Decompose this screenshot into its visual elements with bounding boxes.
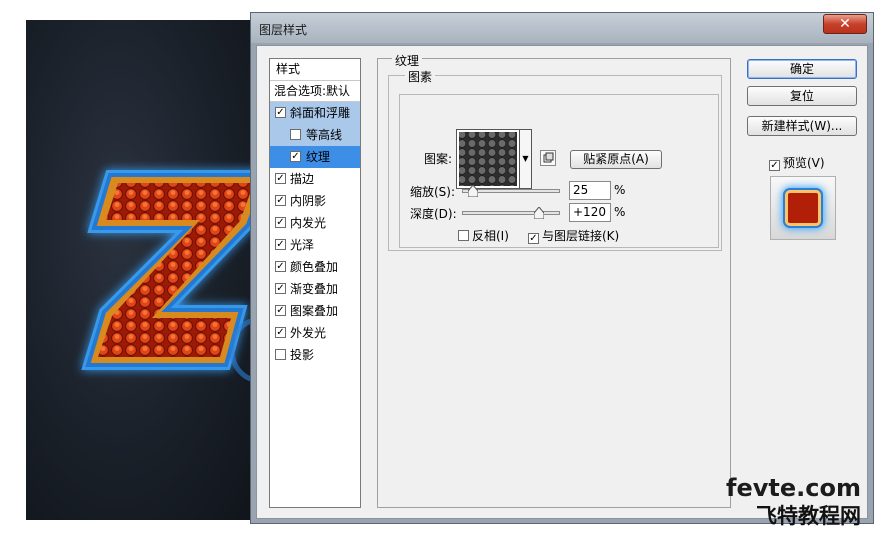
scale-label: 缩放(S): (410, 185, 456, 199)
reset-button[interactable]: 复位 (747, 86, 857, 106)
pattern-label: 图案: (424, 152, 453, 166)
style-item[interactable]: ✓ 内发光 (270, 212, 360, 234)
depth-slider-thumb[interactable] (533, 206, 545, 220)
style-item-label: 斜面和浮雕 (290, 106, 351, 120)
scale-slider[interactable] (462, 184, 560, 198)
style-item-label: 图案叠加 (290, 304, 339, 318)
style-item-checkbox[interactable]: ✓ (275, 327, 286, 338)
style-item[interactable]: ✓ 纹理 (270, 146, 360, 168)
pattern-swatch[interactable] (456, 129, 520, 189)
style-item-checkbox[interactable]: ✓ (290, 151, 301, 162)
style-item-checkbox[interactable]: ✓ (275, 283, 286, 294)
style-item[interactable]: ✓ 颜色叠加 (270, 256, 360, 278)
invert-checkbox[interactable]: 反相(I) (458, 227, 509, 244)
depth-input[interactable]: +120 (569, 203, 611, 222)
elements-group-title: 图素 (405, 68, 436, 85)
window-title: 图层样式 (259, 23, 308, 37)
close-button[interactable]: ✕ (823, 14, 867, 34)
style-item-checkbox[interactable]: ✓ (275, 305, 286, 316)
style-item-label: 渐变叠加 (290, 282, 339, 296)
scale-input[interactable]: 25 (569, 181, 611, 200)
depth-unit: % (614, 205, 626, 219)
style-item[interactable]: 投影 (270, 344, 360, 366)
style-item[interactable]: ✓ 斜面和浮雕 (270, 102, 360, 124)
preview-label: 预览(V) (783, 156, 825, 170)
depth-slider[interactable] (462, 206, 560, 220)
scale-slider-thumb[interactable] (467, 184, 479, 198)
style-item-label: 描边 (290, 172, 315, 186)
texture-settings-panel: 纹理 图素 图案: ▼ 贴紧原点(A) 缩放(S): 25 % 深度(D): +… (377, 52, 731, 508)
style-item-label: 投影 (290, 348, 315, 362)
style-item-label: 颜色叠加 (290, 260, 339, 274)
style-item[interactable]: ✓ 渐变叠加 (270, 278, 360, 300)
link-with-layer-label: 与图层链接(K) (542, 229, 620, 243)
scale-unit: % (614, 183, 626, 197)
watermark: fevte.com 飞特教程网 (724, 472, 884, 532)
pattern-dropdown-arrow[interactable]: ▼ (520, 129, 532, 189)
preview-checkbox-box[interactable]: ✓ (769, 160, 780, 171)
ok-button[interactable]: 确定 (747, 59, 857, 79)
style-list: 样式 混合选项:默认 ✓ 斜面和浮雕等高线 ✓ 纹理 ✓ 描边 ✓ 内阴影 ✓ 内发光 ✓ 光泽 ✓ 颜色… (269, 58, 361, 508)
new-preset-icon[interactable] (540, 150, 556, 166)
style-list-header[interactable]: 样式 (270, 59, 360, 81)
document-canvas (26, 20, 258, 520)
invert-label: 反相(I) (472, 229, 509, 243)
depth-label: 深度(D): (410, 207, 457, 221)
style-item[interactable]: ✓ 外发光 (270, 322, 360, 344)
style-items: ✓ 斜面和浮雕等高线 ✓ 纹理 ✓ 描边 ✓ 内阴影 ✓ 内发光 ✓ 光泽 ✓ 颜色叠加 ✓ 渐变叠加 ✓ 图案叠… (270, 102, 360, 366)
style-item-checkbox[interactable]: ✓ (275, 173, 286, 184)
dialog-client-area: 样式 混合选项:默认 ✓ 斜面和浮雕等高线 ✓ 纹理 ✓ 描边 ✓ 内阴影 ✓ 内发光 ✓ 光泽 ✓ 颜色… (256, 45, 868, 519)
style-item[interactable]: ✓ 图案叠加 (270, 300, 360, 322)
style-item-label: 等高线 (306, 128, 343, 142)
style-item-label: 外发光 (290, 326, 327, 340)
style-item[interactable]: ✓ 光泽 (270, 234, 360, 256)
elements-group: 图案: ▼ 贴紧原点(A) 缩放(S): 25 % 深度(D): +120 % … (399, 94, 719, 248)
style-item[interactable]: ✓ 描边 (270, 168, 360, 190)
style-item[interactable]: ✓ 内阴影 (270, 190, 360, 212)
title-bar[interactable]: 图层样式 ✕ (251, 13, 873, 43)
invert-checkbox-box[interactable] (458, 230, 469, 241)
preview-checkbox[interactable]: ✓ 预览(V) (769, 154, 825, 171)
snap-to-origin-button[interactable]: 贴紧原点(A) (570, 150, 662, 169)
texture-group-title: 纹理 (392, 52, 423, 69)
link-with-layer-checkbox-box[interactable]: ✓ (528, 233, 539, 244)
style-item-label: 内阴影 (290, 194, 327, 208)
style-item-label: 内发光 (290, 216, 327, 230)
style-preview-tile (785, 190, 821, 226)
new-style-button[interactable]: 新建样式(W)... (747, 116, 857, 136)
style-item-label: 光泽 (290, 238, 315, 252)
hex-pattern-preview (459, 132, 517, 186)
watermark-cn: 飞特教程网 (756, 504, 861, 528)
style-item-checkbox[interactable]: ✓ (275, 217, 286, 228)
style-item-checkbox[interactable]: ✓ (275, 261, 286, 272)
style-preview-thumbnail (770, 176, 836, 240)
texture-group: 图素 图案: ▼ 贴紧原点(A) 缩放(S): 25 % 深度(D): +120… (388, 68, 722, 251)
style-item-checkbox[interactable]: ✓ (275, 239, 286, 250)
layer-style-dialog: 图层样式 ✕ 样式 混合选项:默认 ✓ 斜面和浮雕等高线 ✓ 纹理 ✓ 描边 ✓ 内阴影 ✓ 内发… (250, 12, 874, 524)
style-item-checkbox[interactable]: ✓ (275, 107, 286, 118)
watermark-site: fevte.com (726, 474, 861, 502)
blending-options-item[interactable]: 混合选项:默认 (270, 81, 360, 102)
link-with-layer-checkbox[interactable]: ✓ 与图层链接(K) (528, 227, 619, 244)
style-item-checkbox[interactable] (275, 349, 286, 360)
style-item-checkbox[interactable] (290, 129, 301, 140)
style-item[interactable]: 等高线 (270, 124, 360, 146)
style-item-label: 纹理 (306, 150, 331, 164)
style-item-checkbox[interactable]: ✓ (275, 195, 286, 206)
z-letter-artwork (81, 170, 258, 383)
